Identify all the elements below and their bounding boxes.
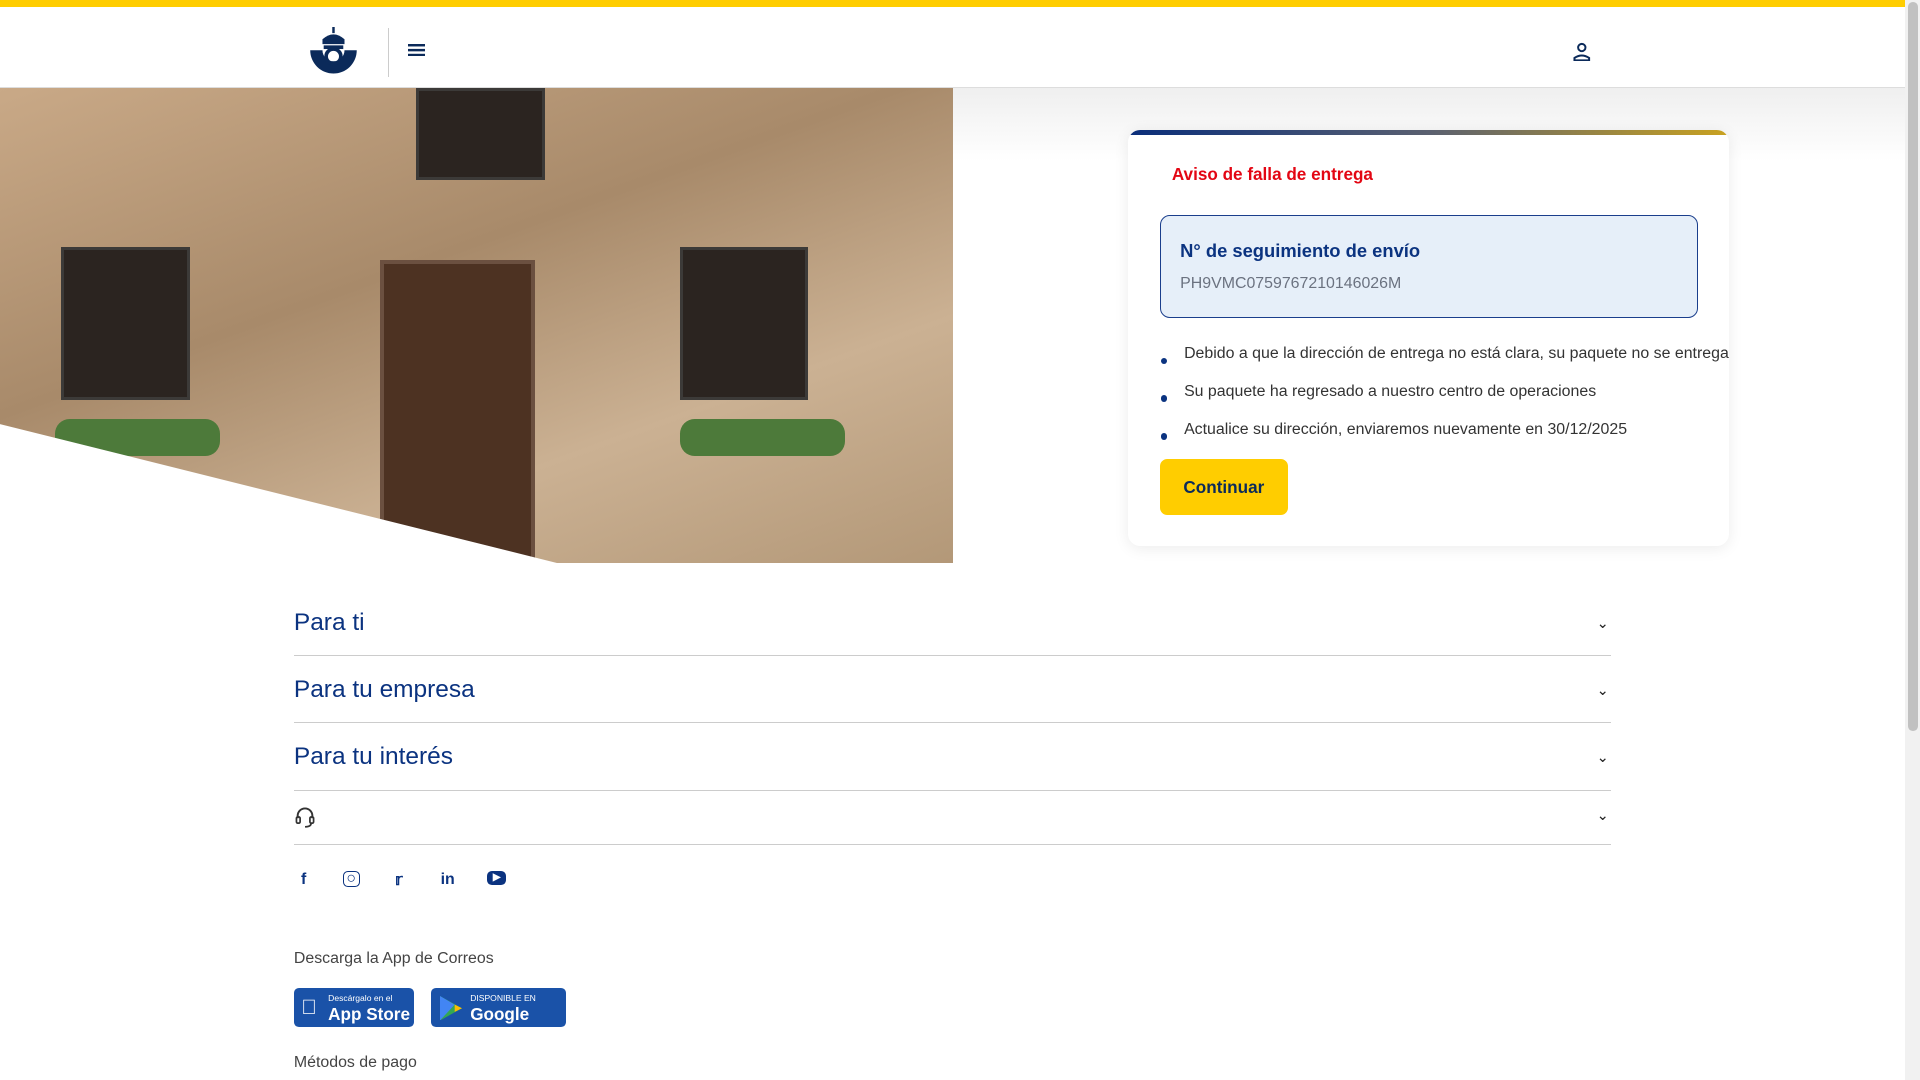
accordion-label: Para tu interés <box>293 743 454 771</box>
social-links: f ○ 𝕣 in ▶ <box>294 870 507 891</box>
payment-methods-label: Métodos de pago <box>293 1054 417 1072</box>
tracking-label: N° de seguimiento de envío <box>1180 239 1421 261</box>
hero-photo <box>0 88 953 564</box>
card-accent <box>1127 129 1729 135</box>
download-app-label: Descarga la App de Correos <box>293 950 494 968</box>
facebook-icon[interactable]: f <box>294 871 314 891</box>
window <box>679 247 809 401</box>
app-store-badge[interactable]:  Descárgalo en el App Store <box>293 988 414 1028</box>
accordion-para-ti[interactable]: Para ti ⌄ <box>293 588 1612 657</box>
badge-big-text: App Store <box>328 1004 410 1025</box>
twitter-icon[interactable]: 𝕣 <box>389 871 409 891</box>
chevron-down-icon: ⌄ <box>1596 807 1609 824</box>
badge-big-text: Google Play <box>470 1004 530 1046</box>
google-play-badge[interactable]: DISPONIBLE EN Google Play <box>431 988 566 1045</box>
apple-icon:  <box>301 996 317 1020</box>
window <box>416 88 545 180</box>
badge-small-text: Descárgalo en el <box>328 993 393 1004</box>
linkedin-icon[interactable]: in <box>438 871 458 891</box>
accordion-label: Para tu empresa <box>293 675 475 703</box>
header-divider <box>388 28 390 78</box>
correos-logo[interactable] <box>309 26 358 76</box>
card-title: Aviso de falla de entrega <box>1171 164 1373 185</box>
tracking-number: PH9VMC0759767210146026M <box>1180 275 1402 293</box>
accordion-para-tu-interes[interactable]: Para tu interés ⌄ <box>293 722 1612 791</box>
chevron-down-icon: ⌄ <box>1596 615 1609 632</box>
menu-icon[interactable] <box>407 44 425 57</box>
continue-button[interactable]: Continuar <box>1159 459 1289 516</box>
chevron-down-icon: ⌄ <box>1596 683 1609 700</box>
accordion-label: Para ti <box>293 608 365 636</box>
notice-list: Debido a que la dirección de entrega no … <box>1160 345 1729 459</box>
top-accent-bar <box>0 0 1920 8</box>
headset-icon <box>295 807 315 828</box>
instagram-icon[interactable]: ○ <box>342 870 360 888</box>
list-item: Debido a que la dirección de entrega no … <box>1160 345 1729 383</box>
badge-small-text: DISPONIBLE EN <box>470 993 536 1004</box>
accordion-support[interactable]: ⌄ <box>293 790 1612 845</box>
list-item: Actualice su dirección, enviaremos nueva… <box>1160 421 1729 459</box>
youtube-icon[interactable]: ▶ <box>486 870 507 886</box>
list-item: Su paquete ha regresado a nuestro centro… <box>1160 383 1729 421</box>
site-header <box>0 7 1920 88</box>
chevron-down-icon: ⌄ <box>1596 750 1609 767</box>
user-icon[interactable] <box>1572 42 1592 62</box>
scrollbar-thumb[interactable] <box>1907 2 1918 731</box>
google-play-icon <box>439 995 462 1020</box>
accordion-para-tu-empresa[interactable]: Para tu empresa ⌄ <box>293 655 1612 724</box>
scrollbar[interactable] <box>1905 0 1920 1080</box>
door <box>379 259 535 564</box>
window <box>61 247 190 401</box>
delivery-notice-card: Aviso de falla de entrega N° de seguimie… <box>1127 129 1729 547</box>
hero-section: Aviso de falla de entrega N° de seguimie… <box>0 88 1906 564</box>
tracking-box: N° de seguimiento de envío PH9VMC0759767… <box>1159 215 1698 318</box>
plants <box>679 418 845 456</box>
